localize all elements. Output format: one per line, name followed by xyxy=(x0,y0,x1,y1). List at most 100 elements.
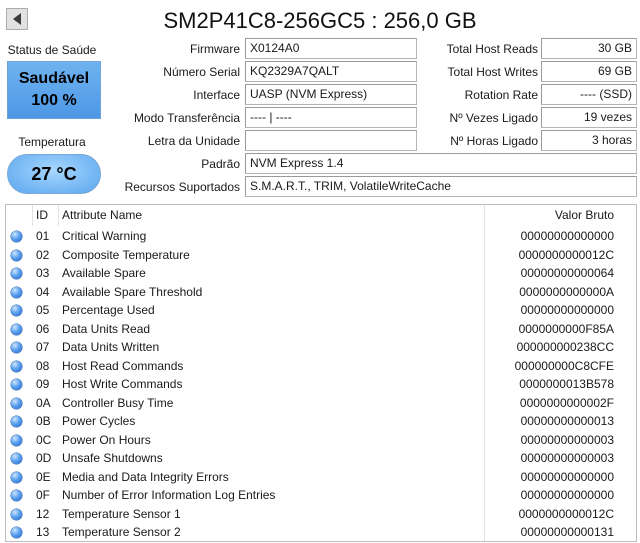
status-dot-icon xyxy=(11,527,22,538)
attribute-raw-value: 0000000000002F xyxy=(519,395,614,410)
table-row[interactable]: 01 Critical Warning 00000000000000 xyxy=(6,227,636,246)
table-row[interactable]: 04 Available Spare Threshold 0000000000000… xyxy=(6,283,636,302)
attribute-id: 05 xyxy=(36,303,50,317)
serial-label: Número Serial xyxy=(163,65,240,79)
status-dot-icon xyxy=(11,471,22,483)
firmware-label: Firmware xyxy=(190,42,240,56)
health-status-label: Status de Saúde xyxy=(7,43,97,57)
table-row[interactable]: 0F Number of Error Information Log Entrie… xyxy=(6,486,636,505)
attribute-raw-value: 00000000000000 xyxy=(520,229,614,243)
column-header-attribute-name[interactable]: Attribute Name xyxy=(62,205,142,226)
table-row[interactable]: 09 Host Write Commands 0000000013B578 xyxy=(6,375,636,394)
status-dot-icon xyxy=(11,268,22,279)
table-row[interactable]: 06 Data Units Read 0000000000F85A xyxy=(6,320,636,339)
total-host-writes-field: 69 GB xyxy=(541,61,637,82)
attribute-name: Number of Error Information Log Entries xyxy=(62,488,276,502)
attribute-name: Data Units Read xyxy=(62,321,151,336)
table-row[interactable]: 08 Host Read Commands 000000000C8CFE xyxy=(6,357,636,376)
attribute-raw-value: 00000000000000 xyxy=(520,303,614,317)
attribute-name: Composite Temperature xyxy=(62,247,190,262)
disk-title: SM2P41C8-256GC5 : 256,0 GB xyxy=(163,8,477,33)
status-dot-icon xyxy=(11,453,22,464)
column-header-raw-value[interactable]: Valor Bruto xyxy=(555,205,614,226)
attribute-raw-value: 0000000000012C xyxy=(518,506,614,521)
total-host-reads-field: 30 GB xyxy=(541,38,637,59)
standard-field: NVM Express 1.4 xyxy=(245,153,637,174)
table-row[interactable]: 05 Percentage Used 00000000000000 xyxy=(6,301,636,320)
transfer-mode-label: Modo Transferência xyxy=(133,111,240,125)
attribute-id: 0B xyxy=(36,414,51,428)
attribute-name: Power Cycles xyxy=(62,414,136,428)
attribute-name: Critical Warning xyxy=(62,229,147,243)
table-row[interactable]: 12 Temperature Sensor 1 0000000000012C xyxy=(6,505,636,524)
status-dot-icon xyxy=(11,416,22,427)
column-header-id[interactable]: ID xyxy=(36,205,48,226)
status-dot-icon xyxy=(11,434,22,446)
table-row[interactable]: 0B Power Cycles 00000000000013 xyxy=(6,412,636,431)
interface-label: Interface xyxy=(193,88,240,102)
drive-letter-label: Letra da Unidade xyxy=(147,134,240,148)
attribute-name: Percentage Used xyxy=(62,303,155,317)
standard-label: Padrão xyxy=(201,157,240,171)
attribute-name: Available Spare xyxy=(62,266,146,280)
drive-letter-field xyxy=(245,130,417,151)
smart-attributes-table[interactable]: ID Attribute Name Valor Bruto 01 Critical… xyxy=(5,204,637,542)
attribute-name: Power On Hours xyxy=(62,432,151,447)
attribute-name: Data Units Written xyxy=(62,340,160,354)
status-dot-icon xyxy=(11,490,22,501)
attribute-id: 02 xyxy=(36,247,50,262)
attribute-name: Unsafe Shutdowns xyxy=(62,451,163,465)
attribute-raw-value: 00000000000000 xyxy=(520,469,614,484)
total-host-writes-label: Total Host Writes xyxy=(447,65,538,79)
power-on-hours-label: Nº Horas Ligado xyxy=(450,134,538,148)
status-dot-icon xyxy=(11,286,22,298)
attribute-id: 0F xyxy=(36,488,51,502)
serial-field: KQ2329A7QALT xyxy=(245,61,417,82)
attribute-id: 12 xyxy=(36,506,50,521)
table-row[interactable]: 0D Unsafe Shutdowns 00000000000003 xyxy=(6,449,636,468)
total-host-reads-label: Total Host Reads xyxy=(446,42,538,56)
attribute-id: 04 xyxy=(36,284,50,299)
supported-features-field: S.M.A.R.T., TRIM, VolatileWriteCache xyxy=(245,176,637,197)
status-dot-icon xyxy=(11,323,22,335)
table-row[interactable]: 0C Power On Hours 00000000000003 xyxy=(6,431,636,450)
attribute-raw-value: 00000000000013 xyxy=(520,414,614,428)
attribute-id: 09 xyxy=(36,377,50,391)
health-status-text: Saudável xyxy=(18,70,90,87)
firmware-field: X0124A0 xyxy=(245,38,417,59)
attribute-raw-value: 000000000238CC xyxy=(516,340,614,354)
table-header: ID Attribute Name Valor Bruto xyxy=(6,205,636,226)
status-dot-icon xyxy=(11,360,22,372)
table-row[interactable]: 0A Controller Busy Time 0000000000002F xyxy=(6,394,636,413)
status-dot-icon xyxy=(11,231,22,242)
table-row[interactable]: 13 Temperature Sensor 2 00000000000131 xyxy=(6,523,636,541)
attribute-raw-value: 00000000000131 xyxy=(520,525,614,539)
attribute-raw-value: 0000000000F85A xyxy=(518,321,614,336)
power-on-count-field: 19 vezes xyxy=(541,107,637,128)
status-dot-icon xyxy=(11,379,22,390)
temperature-badge[interactable]: 27 °C xyxy=(7,154,101,194)
attribute-id: 03 xyxy=(36,266,50,280)
table-row[interactable]: 02 Composite Temperature 0000000000012C xyxy=(6,246,636,265)
attribute-id: 01 xyxy=(36,229,50,243)
attribute-raw-value: 0000000000000A xyxy=(519,284,614,299)
table-row[interactable]: 0E Media and Data Integrity Errors 0000000… xyxy=(6,468,636,487)
attribute-id: 13 xyxy=(36,525,50,539)
attribute-name: Temperature Sensor 2 xyxy=(62,525,181,539)
health-status-badge[interactable]: Saudável 100 % xyxy=(7,61,101,119)
power-on-hours-field: 3 horas xyxy=(541,130,637,151)
attribute-id: 07 xyxy=(36,340,50,354)
table-row[interactable]: 07 Data Units Written 000000000238CC xyxy=(6,338,636,357)
attribute-name: Temperature Sensor 1 xyxy=(62,506,181,521)
status-dot-icon xyxy=(11,397,22,409)
attribute-raw-value: 0000000000012C xyxy=(518,247,614,262)
status-dot-icon xyxy=(11,342,22,353)
attribute-name: Controller Busy Time xyxy=(62,395,174,410)
supported-features-label: Recursos Suportados xyxy=(124,180,240,194)
status-dot-icon xyxy=(11,305,22,316)
attribute-name: Available Spare Threshold xyxy=(62,284,203,299)
attribute-id: 0C xyxy=(36,432,52,447)
attribute-name: Host Read Commands xyxy=(62,358,184,373)
table-row[interactable]: 03 Available Spare 00000000000064 xyxy=(6,264,636,283)
status-dot-icon xyxy=(11,508,22,520)
